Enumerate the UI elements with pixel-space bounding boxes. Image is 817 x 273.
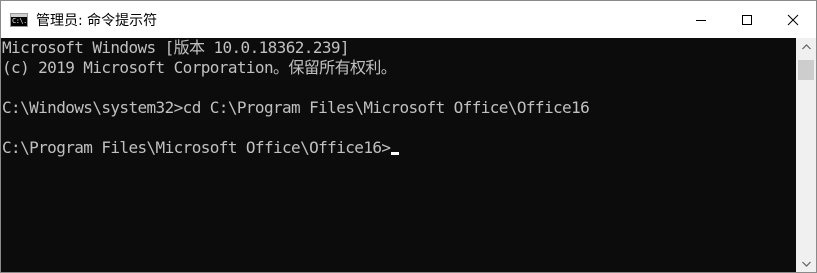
title-bar[interactable]: C:\. 管理员: 命令提示符 [1,1,816,38]
window-title: 管理员: 命令提示符 [36,12,158,29]
console-line: C:\Windows\system32>cd C:\Program Files\… [2,98,590,117]
cmd-icon[interactable]: C:\. [10,12,28,27]
close-icon [787,14,799,25]
console-line: Microsoft Windows [版本 10.0.18362.239] [2,38,350,57]
maximize-button[interactable] [724,1,770,38]
scroll-up-arrow-icon [801,43,811,49]
console-line: (c) 2019 Microsoft Corporation。保留所有权利。 [2,58,397,77]
console-prompt-line[interactable]: C:\Program Files\Microsoft Office\Office… [2,138,795,158]
minimize-icon [696,19,706,21]
close-button[interactable] [770,1,816,38]
console-output[interactable]: Microsoft Windows [版本 10.0.18362.239] (c… [2,38,795,271]
scroll-thumb[interactable] [798,60,814,80]
text-cursor [391,152,400,155]
command-prompt-window: C:\. 管理员: 命令提示符 Microsoft Windows [版本 10… [0,0,817,273]
console-prompt: C:\Program Files\Microsoft Office\Office… [2,138,391,157]
scroll-up-button[interactable] [796,38,816,55]
cmd-icon-text: C:\. [12,16,27,25]
minimize-button[interactable] [678,1,724,38]
window-controls [678,1,816,38]
maximize-icon [742,14,752,25]
vertical-scrollbar[interactable] [796,38,816,272]
scroll-down-arrow-icon [801,261,811,267]
scroll-down-button[interactable] [796,255,816,272]
